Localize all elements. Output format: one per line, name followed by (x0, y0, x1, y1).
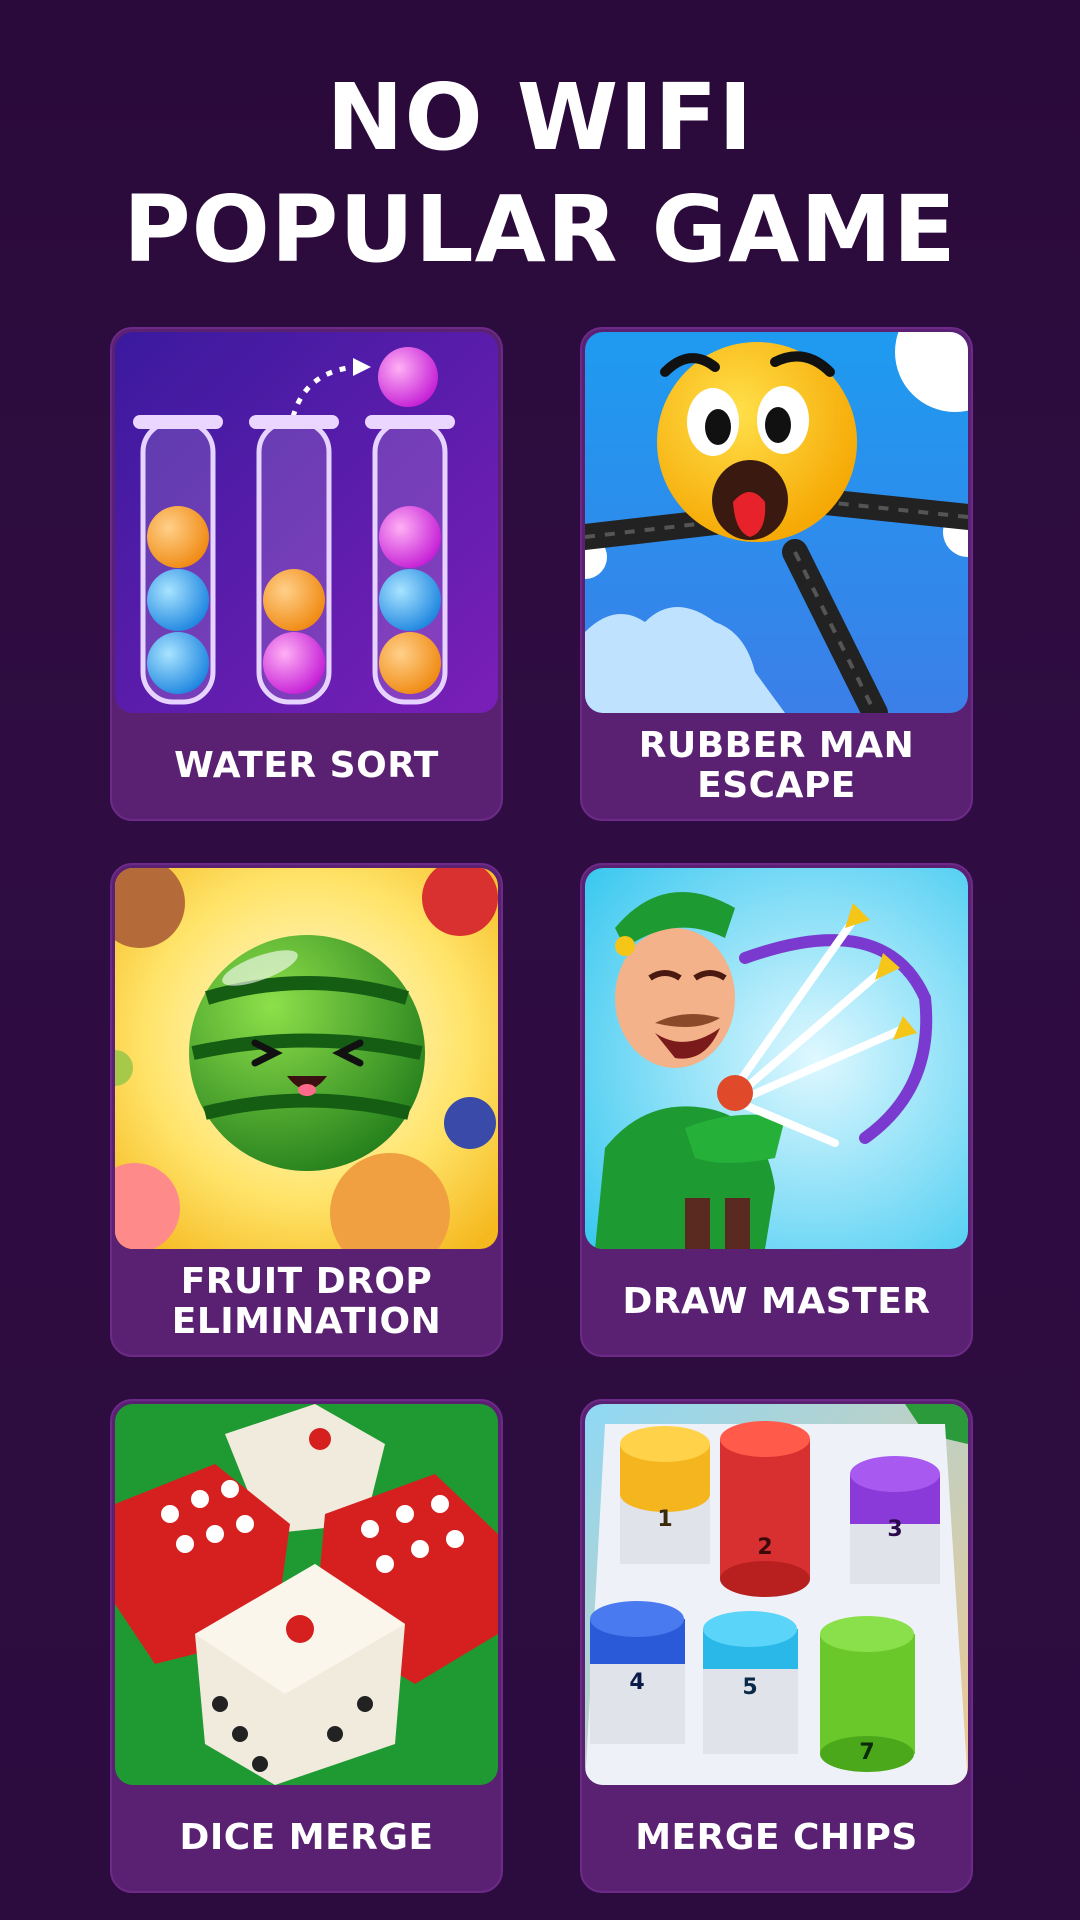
game-card-water-sort[interactable]: WATER SORT (110, 327, 503, 821)
watermelon-icon (115, 868, 498, 1249)
rubber-man-face-icon (585, 332, 968, 713)
game-card-draw-master[interactable]: DRAW MASTER (580, 863, 973, 1357)
archer-icon (585, 868, 968, 1249)
game-card-dice-merge[interactable]: DICE MERGE (110, 1399, 503, 1893)
chip-number: 2 (757, 1535, 772, 1560)
chip-number: 7 (859, 1740, 874, 1765)
dice-icon (115, 1404, 498, 1785)
chip-number: 5 (742, 1675, 757, 1700)
game-title: DRAW MASTER (622, 1281, 931, 1322)
game-card-rubber-man-escape[interactable]: RUBBER MAN ESCAPE (580, 327, 973, 821)
title-line-2: POPULAR GAME (123, 176, 957, 283)
game-title: FRUIT DROP ELIMINATION (171, 1261, 442, 1342)
game-title: WATER SORT (174, 745, 439, 786)
page-title: NO WIFI POPULAR GAME (0, 62, 1080, 286)
game-card-merge-chips[interactable]: 1 2 3 4 5 7 MERGE CHIPS (580, 1399, 973, 1893)
game-title: RUBBER MAN ESCAPE (638, 725, 915, 806)
water-sort-tubes-icon (115, 332, 498, 713)
chip-stacks-icon: 1 2 3 4 5 7 (585, 1404, 968, 1785)
game-title: DICE MERGE (179, 1817, 434, 1858)
game-title: MERGE CHIPS (635, 1817, 918, 1858)
title-line-1: NO WIFI (326, 64, 754, 171)
chip-number: 3 (887, 1517, 902, 1542)
chip-number: 1 (657, 1507, 672, 1532)
chip-number: 4 (629, 1670, 644, 1695)
game-card-fruit-drop-elimination[interactable]: FRUIT DROP ELIMINATION (110, 863, 503, 1357)
